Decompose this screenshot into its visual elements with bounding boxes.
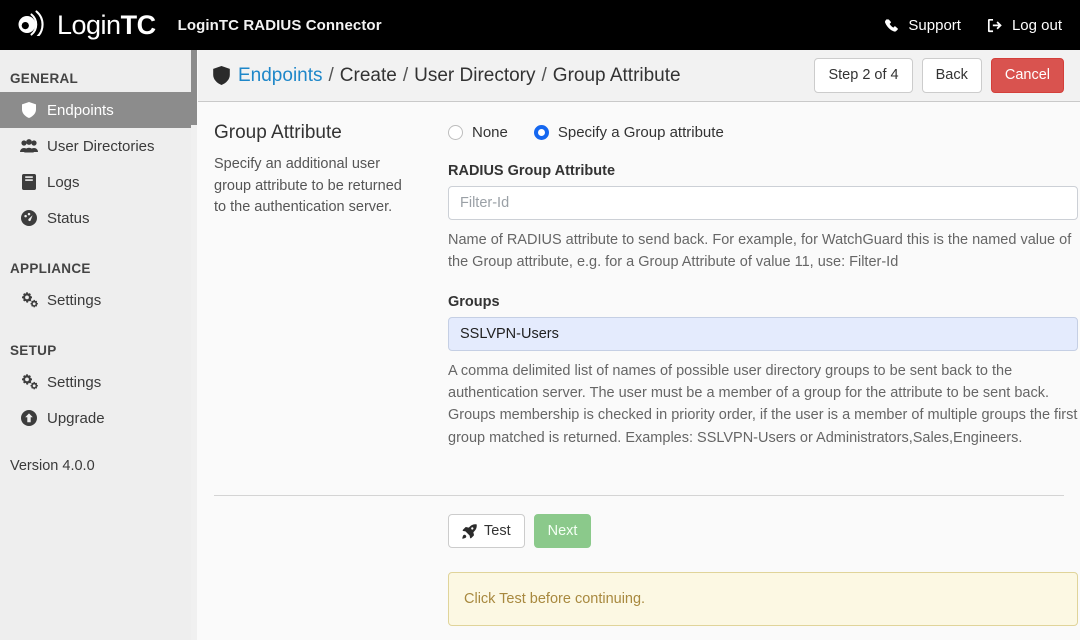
radio-label: None xyxy=(472,124,508,141)
navbar-right-links: Support Log out xyxy=(884,17,1080,34)
radius-group-attribute-input[interactable] xyxy=(448,186,1078,220)
groups-label: Groups xyxy=(448,293,500,310)
sidebar-item-label: Endpoints xyxy=(47,101,114,119)
radius-group-attribute-field: RADIUS Group Attribute Name of RADIUS at… xyxy=(448,163,1078,274)
test-required-alert: Click Test before continuing. xyxy=(448,572,1078,627)
version-label: Version 4.0.0 xyxy=(10,458,95,474)
sidebar-scrollbar-thumb[interactable] xyxy=(191,50,197,125)
lointc-logo-icon xyxy=(16,9,50,41)
app-title: LoginTC RADIUS Connector xyxy=(177,16,382,34)
sidebar-item-label: Status xyxy=(47,209,90,227)
sidebar-item-upgrade[interactable]: Upgrade xyxy=(0,400,196,436)
sidebar-heading-general: GENERAL xyxy=(10,70,79,86)
groups-field: Groups A comma delimited list of names o… xyxy=(448,294,1078,449)
sidebar-heading-setup: SETUP xyxy=(10,342,57,358)
groups-input[interactable] xyxy=(448,316,1078,351)
sign-out-icon xyxy=(987,18,1003,33)
breadcrumb-separator: / xyxy=(328,64,334,86)
sidebar-item-setup-settings[interactable]: Settings xyxy=(0,364,196,400)
users-icon xyxy=(20,138,38,154)
sidebar-item-label: Settings xyxy=(47,291,102,309)
radio-label: Specify a Group attribute xyxy=(557,124,724,141)
form-body: Group Attribute Specify an additional us… xyxy=(198,102,1080,469)
sidebar-item-label: Settings xyxy=(47,373,102,391)
logout-label: Log out xyxy=(1011,16,1062,34)
test-button[interactable]: Test xyxy=(448,513,525,549)
radio-indicator-selected[interactable] xyxy=(533,125,549,140)
section-title: Group Attribute xyxy=(214,122,342,143)
breadcrumb-link-endpoints[interactable]: Endpoints xyxy=(238,65,323,87)
support-label: Support xyxy=(908,16,961,34)
section-description: Specify an additional user group attribu… xyxy=(214,155,402,216)
rocket-icon xyxy=(462,523,477,539)
sidebar-heading-appliance: APPLIANCE xyxy=(10,260,91,276)
test-button-label: Test xyxy=(484,522,511,539)
shield-icon xyxy=(20,102,38,118)
brand-logo[interactable]: LoginTC xyxy=(0,0,156,50)
sidebar-scrollbar[interactable] xyxy=(191,50,197,640)
sidebar-item-status[interactable]: Status xyxy=(0,200,196,236)
cogs-icon xyxy=(20,374,38,390)
sidebar: GENERAL Endpoints User Directories Logs xyxy=(0,50,197,640)
alert-message: Click Test before continuing. xyxy=(464,591,646,608)
sidebar-item-label: Logs xyxy=(47,173,80,191)
cancel-button[interactable]: Cancel xyxy=(990,58,1064,93)
radio-option-specify-group-attribute[interactable]: Specify a Group attribute xyxy=(533,124,724,141)
dashboard-icon xyxy=(20,210,38,226)
step-indicator-button[interactable]: Step 2 of 4 xyxy=(814,58,913,93)
breadcrumb-crumb-group-attribute: Group Attribute xyxy=(552,64,681,86)
shield-icon xyxy=(213,66,230,85)
sidebar-item-logs[interactable]: Logs xyxy=(0,164,196,200)
form-column: None Specify a Group attribute RADIUS Gr… xyxy=(430,122,1078,469)
brand-tc-text: TC xyxy=(120,9,157,40)
sidebar-item-appliance-settings[interactable]: Settings xyxy=(0,282,196,318)
main-content: Endpoints / Create / User Directory / Gr… xyxy=(198,50,1080,640)
radius-group-attribute-label: RADIUS Group Attribute xyxy=(448,163,616,179)
back-button[interactable]: Back xyxy=(921,58,982,93)
radio-option-none[interactable]: None xyxy=(448,124,508,141)
sidebar-item-user-directories[interactable]: User Directories xyxy=(0,128,196,164)
arrow-circle-up-icon xyxy=(20,410,38,426)
support-link[interactable]: Support xyxy=(884,17,961,34)
brand-login-text: Login xyxy=(57,9,121,40)
page-header: Endpoints / Create / User Directory / Gr… xyxy=(198,50,1080,102)
breadcrumb-crumb-create: Create xyxy=(339,64,397,86)
phone-icon xyxy=(884,18,899,33)
action-buttons: Test Next xyxy=(198,496,1080,549)
logout-link[interactable]: Log out xyxy=(961,17,1062,34)
header-buttons: Step 2 of 4 Back Cancel xyxy=(814,58,1064,93)
breadcrumb-crumb-user-directory: User Directory xyxy=(414,64,536,86)
breadcrumb: Endpoints / Create / User Directory / Gr… xyxy=(213,65,681,87)
breadcrumb-separator: / xyxy=(541,64,547,86)
next-button[interactable]: Next xyxy=(533,513,592,549)
brand-wordmark: LoginTC xyxy=(57,9,157,40)
radio-indicator[interactable] xyxy=(448,125,463,140)
sidebar-item-endpoints[interactable]: Endpoints xyxy=(0,92,196,128)
top-navbar: LoginTC LoginTC RADIUS Connector Support… xyxy=(0,0,1080,50)
sidebar-item-label: Upgrade xyxy=(47,409,105,427)
sidebar-item-label: User Directories xyxy=(47,137,155,155)
book-icon xyxy=(20,174,38,190)
groups-help: A comma delimited list of names of possi… xyxy=(448,362,1078,446)
group-attribute-mode-radio-group: None Specify a Group attribute xyxy=(448,124,1078,141)
radius-group-attribute-help: Name of RADIUS attribute to send back. F… xyxy=(448,232,1072,271)
breadcrumb-separator: / xyxy=(402,64,409,86)
cogs-icon xyxy=(20,292,38,308)
description-column: Group Attribute Specify an additional us… xyxy=(214,122,430,469)
